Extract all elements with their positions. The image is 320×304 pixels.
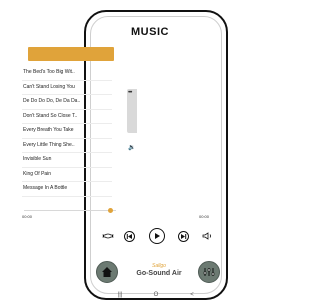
loop-icon xyxy=(102,233,114,239)
home-icon xyxy=(102,267,112,277)
volume-button[interactable] xyxy=(201,231,215,241)
play-icon xyxy=(155,233,160,239)
progress-handle[interactable] xyxy=(108,208,113,213)
previous-icon xyxy=(126,234,132,239)
track-item[interactable]: Invisible Sun xyxy=(22,153,112,168)
equalizer-button[interactable] xyxy=(198,261,220,283)
more-tab[interactable]: ••• xyxy=(127,89,137,133)
more-icon: ••• xyxy=(128,90,132,96)
home-nav-button[interactable]: O xyxy=(146,292,166,298)
track-item[interactable]: Every Little Thing She.. xyxy=(22,139,112,153)
track-item[interactable]: The Bed's Too Big Wit.. xyxy=(22,66,112,81)
home-button[interactable] xyxy=(96,261,118,283)
page-title: MUSIC xyxy=(131,26,169,38)
previous-button[interactable] xyxy=(124,231,135,242)
track-item[interactable]: King Of Pain xyxy=(22,168,112,182)
track-list: The Bed's Too Big Wit.. Can't Stand Losi… xyxy=(22,66,112,197)
system-nav-bar: ||| O < xyxy=(110,291,202,299)
progress-bar[interactable] xyxy=(24,210,116,211)
recent-apps-button[interactable]: ||| xyxy=(110,292,130,298)
track-item[interactable]: Message In A Bottle xyxy=(22,182,112,197)
next-icon xyxy=(181,234,187,239)
header-bar xyxy=(28,47,114,61)
track-item[interactable]: Can't Stand Losing You xyxy=(22,81,112,95)
next-button[interactable] xyxy=(178,231,189,242)
time-current: 00:00 xyxy=(22,214,33,219)
brand-name: Go-Sound Air xyxy=(136,270,182,277)
time-total: 00:00 xyxy=(199,214,210,219)
track-item[interactable]: De Do Do Do, De Da Da.. xyxy=(22,95,112,110)
player-controls xyxy=(0,227,300,245)
equalizer-icon xyxy=(203,268,215,276)
back-nav-button[interactable]: < xyxy=(182,292,202,298)
brand-logo: Sallgo Go-Sound Air xyxy=(130,263,188,283)
volume-icon xyxy=(202,232,211,240)
play-button[interactable] xyxy=(149,228,165,244)
track-item[interactable]: Don't Stand So Close T.. xyxy=(22,110,112,124)
volume-icon-side[interactable]: 🔉 xyxy=(127,143,137,153)
loop-button[interactable] xyxy=(101,231,115,241)
track-item[interactable]: Every Breath You Take xyxy=(22,124,112,139)
